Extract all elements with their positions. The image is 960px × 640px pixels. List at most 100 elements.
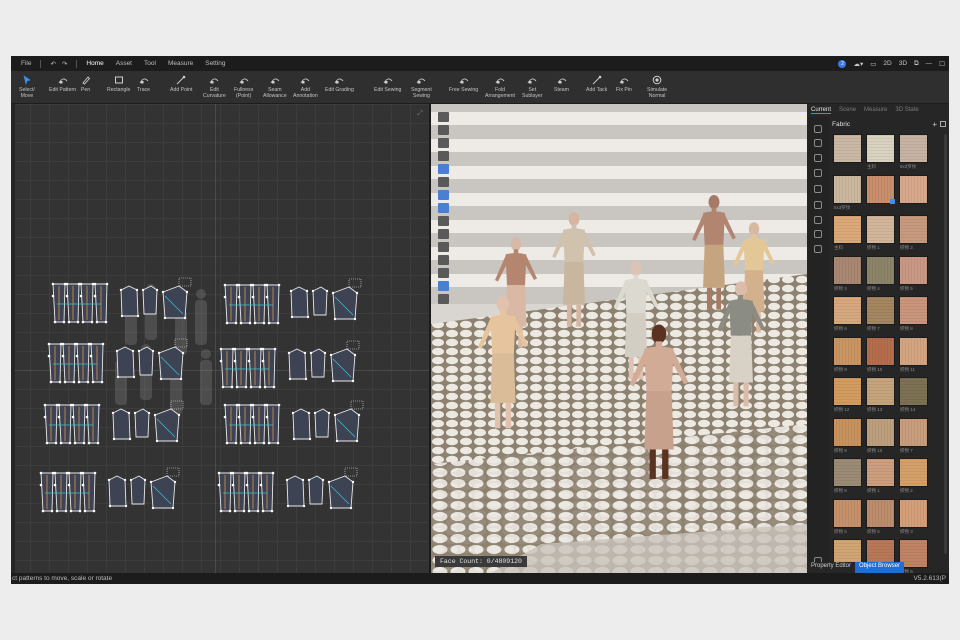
tab-object-browser[interactable]: Object Browser: [855, 562, 905, 573]
library-category-icon[interactable]: [814, 125, 822, 133]
notification-badge[interactable]: 2: [838, 59, 847, 68]
menu-tab-tool[interactable]: Tool: [138, 60, 162, 67]
pants-pattern-set[interactable]: [223, 403, 281, 445]
layout-icon[interactable]: ▭: [870, 60, 876, 68]
fabric-swatch[interactable]: 织物 13: [866, 377, 895, 412]
grid-view-icon[interactable]: [940, 121, 946, 127]
fabric-swatch[interactable]: 织物 2: [899, 215, 928, 250]
fix-pin-tool[interactable]: Fix Pin: [616, 74, 632, 93]
undo-icon[interactable]: ↶: [44, 60, 61, 68]
viewport-tool-button[interactable]: [438, 268, 449, 278]
tab-property-editor[interactable]: Property Editor: [807, 562, 856, 573]
redo-icon[interactable]: ↷: [62, 60, 73, 68]
seam-allowance-tool[interactable]: Seam Allowance: [263, 74, 287, 99]
library-tab-3d-state[interactable]: 3D State: [895, 107, 918, 113]
restore-icon[interactable]: ⧉: [914, 60, 919, 68]
viewport-tool-button[interactable]: [438, 281, 449, 291]
fabric-swatch[interactable]: 织物 9: [833, 336, 862, 372]
viewport-tool-button[interactable]: [438, 190, 449, 200]
pants-pattern-set[interactable]: [39, 471, 97, 513]
view-mode-2d[interactable]: 2D: [883, 60, 891, 67]
menu-tab-asset[interactable]: Asset: [110, 60, 138, 67]
fabric-swatch[interactable]: 主料: [866, 134, 895, 169]
fabric-swatch[interactable]: 织物 1: [866, 458, 895, 493]
viewport-tool-button[interactable]: [438, 151, 449, 161]
library-scrollbar[interactable]: [944, 134, 947, 554]
library-tab-measure[interactable]: Measure: [864, 107, 887, 113]
fabric-swatch[interactable]: 5x3罗纹: [833, 174, 862, 210]
fabric-swatch[interactable]: 织物 6: [866, 498, 895, 534]
segment-sewing-tool[interactable]: Segment Sewing: [411, 74, 432, 99]
pants-pattern-set[interactable]: [43, 403, 101, 445]
library-category-icon[interactable]: [814, 139, 822, 147]
fabric-swatch[interactable]: 织物 7: [866, 296, 895, 331]
pants-pattern-set[interactable]: [223, 283, 281, 325]
viewport-tool-button[interactable]: [438, 138, 449, 148]
pants-pattern-set[interactable]: [217, 471, 275, 513]
fabric-swatch[interactable]: 织物 3: [833, 255, 862, 291]
menu-file[interactable]: File: [15, 60, 37, 67]
fabric-swatch[interactable]: [833, 134, 862, 163]
fabric-swatch[interactable]: 织物 11: [899, 336, 928, 372]
edit-grading-tool[interactable]: Edit Grading: [325, 74, 354, 93]
fabric-swatch[interactable]: 织物 7: [899, 417, 928, 453]
rectangle-tool[interactable]: Rectangle: [107, 74, 130, 93]
top-pattern-set[interactable]: [285, 467, 358, 510]
viewport-tool-button[interactable]: [438, 125, 449, 135]
viewport-tool-button[interactable]: [438, 294, 449, 304]
library-tab-current[interactable]: Current: [811, 107, 832, 114]
menu-tab-home[interactable]: Home: [80, 60, 109, 67]
cloud-icon[interactable]: ☁▾: [853, 60, 863, 68]
steam-tool[interactable]: Steam: [554, 74, 569, 93]
fabric-swatch[interactable]: 5x3罗纹: [899, 134, 928, 169]
select-move-tool[interactable]: Select/Move: [19, 74, 35, 99]
fabric-swatch[interactable]: 织物 12: [833, 377, 862, 412]
library-category-icon[interactable]: [814, 154, 822, 162]
library-category-icon[interactable]: [814, 169, 822, 177]
library-category-icon[interactable]: [814, 201, 822, 209]
top-pattern-set[interactable]: [287, 340, 360, 383]
pen-tool[interactable]: Pen: [80, 74, 91, 93]
pants-pattern-set[interactable]: [219, 347, 277, 389]
pants-pattern-set[interactable]: [51, 282, 109, 324]
free-sewing-tool[interactable]: Free Sewing: [449, 74, 478, 93]
fabric-swatch[interactable]: 织物 1: [866, 215, 895, 250]
pattern-2d-window[interactable]: ⤢: [11, 104, 429, 573]
fabric-swatch[interactable]: 织物 10: [866, 336, 895, 372]
fullness-tool[interactable]: Fullness (Point): [234, 74, 253, 99]
fabric-swatch[interactable]: 织物 2: [899, 458, 928, 493]
add-icon[interactable]: +: [932, 120, 937, 129]
maximize-icon[interactable]: ☐: [939, 60, 945, 68]
fabric-swatch[interactable]: 织物 8: [833, 458, 862, 493]
viewport-tool-button[interactable]: [438, 255, 449, 265]
library-category-icon[interactable]: [814, 185, 822, 193]
top-pattern-set[interactable]: [119, 277, 192, 320]
pants-pattern-set[interactable]: [47, 342, 105, 384]
library-category-icon[interactable]: [814, 216, 822, 224]
library-category-icon[interactable]: [814, 230, 822, 238]
add-annotation-tool[interactable]: Add Annotation: [293, 74, 318, 99]
fold-arrangement-tool[interactable]: Fold Arrangement: [485, 74, 515, 99]
top-pattern-set[interactable]: [107, 467, 180, 510]
fabric-swatch[interactable]: 织物 4: [866, 255, 895, 291]
fabric-swatch[interactable]: 织物 8: [899, 296, 928, 331]
menu-tab-measure[interactable]: Measure: [162, 60, 199, 67]
trace-tool[interactable]: Trace: [137, 74, 150, 93]
fabric-swatch[interactable]: 织物 5: [899, 255, 928, 291]
fabric-swatch[interactable]: 织物 9: [833, 417, 862, 453]
library-tab-scene[interactable]: Scene: [839, 107, 856, 113]
add-tack-tool[interactable]: Add Tack: [586, 74, 607, 93]
viewport-tool-button[interactable]: [438, 164, 449, 174]
top-pattern-set[interactable]: [289, 278, 362, 321]
fabric-swatch[interactable]: 织物 14: [899, 377, 928, 412]
viewport-tool-button[interactable]: [438, 229, 449, 239]
viewport-3d[interactable]: Face Count: 0/4809120: [431, 104, 807, 573]
viewport-tool-button[interactable]: [438, 203, 449, 213]
menu-tab-setting[interactable]: Setting: [199, 60, 231, 67]
fabric-swatch[interactable]: 主料: [833, 215, 862, 250]
library-category-icon[interactable]: [814, 245, 822, 253]
view-mode-3d[interactable]: 3D: [899, 60, 907, 67]
fabric-swatch[interactable]: 织物 5: [833, 498, 862, 534]
simulate-normal-tool[interactable]: Simulate Normal: [647, 74, 667, 99]
viewport-tool-button[interactable]: [438, 242, 449, 252]
